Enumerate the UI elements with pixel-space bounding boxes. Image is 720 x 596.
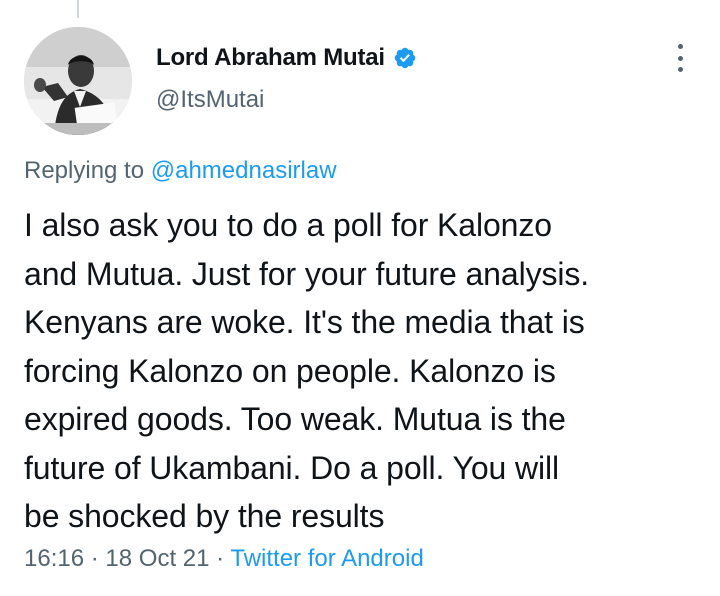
replying-to-label: Replying to: [24, 157, 145, 184]
tweet-text-line: and Mutua. Just for your future analysis…: [24, 255, 590, 292]
verified-badge-icon: [394, 47, 416, 69]
tweet-text-line: Kenyans are woke. It's the media that is: [24, 304, 585, 340]
author-handle[interactable]: @ItsMutai: [156, 86, 264, 114]
replying-to-handle-link[interactable]: @ahmednasirlaw: [151, 157, 337, 184]
more-options-icon[interactable]: [668, 44, 692, 72]
meta-separator: ·: [90, 545, 99, 572]
replying-to: Replying to @ahmednasirlaw: [24, 157, 337, 185]
tweet-text: I also ask you to do a poll for Kalonzo …: [24, 201, 696, 541]
tweet-source-link[interactable]: Twitter for Android: [230, 545, 423, 572]
tweet-text-line: expired goods. Too weak. Mutua is the: [24, 401, 566, 437]
more-dot: [677, 55, 683, 61]
avatar-photo: [24, 27, 132, 135]
tweet-text-line: I also ask you to do a poll for Kalonzo: [24, 207, 552, 243]
tweet-meta: 16:16 · 18 Oct 21 · Twitter for Android: [24, 545, 424, 573]
more-dot: [677, 67, 683, 72]
tweet-text-line: forcing Kalonzo on people. Kalonzo is: [24, 352, 556, 389]
avatar[interactable]: [24, 27, 132, 135]
author-display-name[interactable]: Lord Abraham Mutai: [156, 44, 385, 72]
tweet-text-line: be shocked by the results: [24, 498, 385, 534]
tweet-date[interactable]: 18 Oct 21: [105, 545, 209, 572]
author-name-row[interactable]: Lord Abraham Mutai: [156, 44, 417, 72]
more-dot: [677, 44, 683, 49]
tweet-time[interactable]: 16:16: [24, 545, 84, 572]
tweet-text-line: future of Ukambani. Do a poll. You will: [24, 449, 560, 486]
thread-connector-line: [77, 0, 79, 18]
meta-separator: ·: [216, 545, 225, 572]
